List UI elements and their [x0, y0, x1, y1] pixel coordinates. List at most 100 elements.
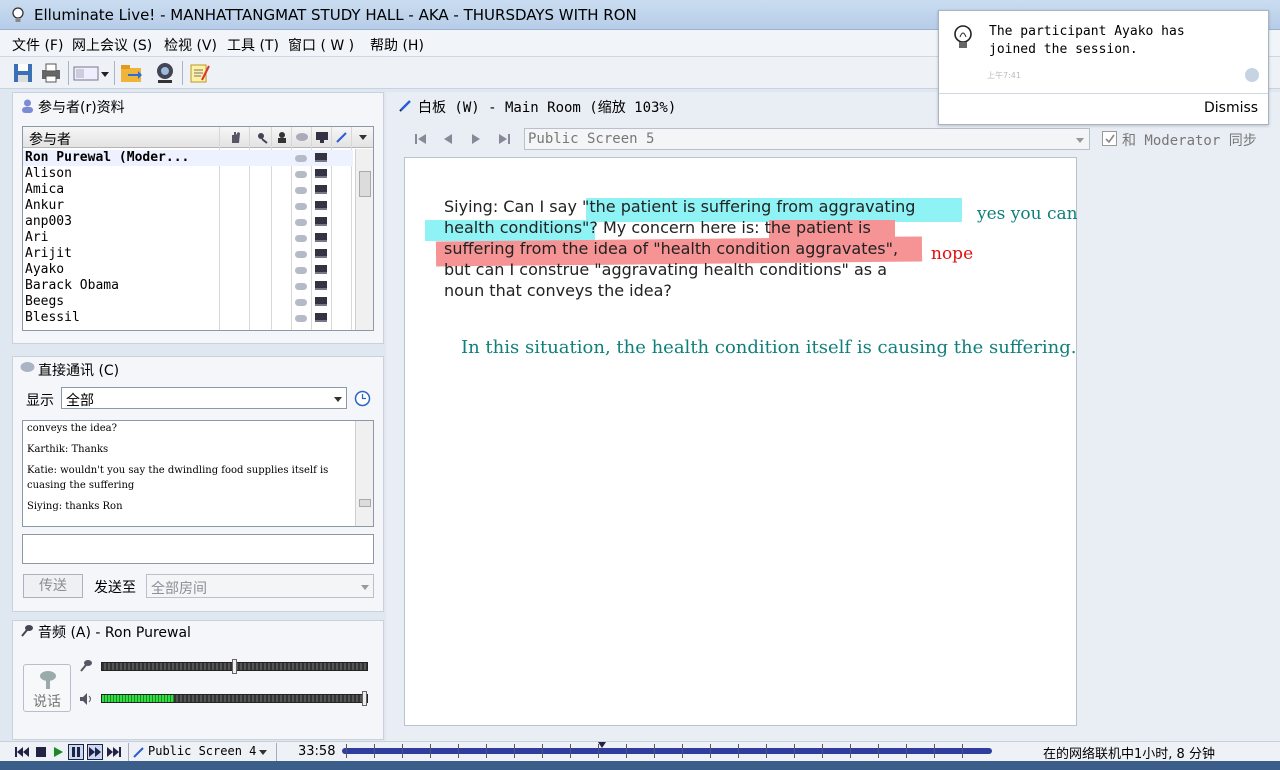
- fast-forward-icon[interactable]: [87, 744, 103, 760]
- menu-help[interactable]: 帮助 (H): [370, 35, 424, 55]
- presenter-icon[interactable]: [275, 130, 289, 144]
- moderator-icon[interactable]: [255, 130, 269, 144]
- slider-thumb[interactable]: [232, 659, 237, 674]
- participant-column-header[interactable]: 参与者: [29, 129, 71, 149]
- chat-message: Katie: wouldn't you say the dwindling fo…: [27, 465, 329, 491]
- menu-file[interactable]: 文件 (F): [12, 35, 63, 55]
- timeline-track[interactable]: [342, 748, 992, 754]
- whiteboard-canvas[interactable]: Siying: Can I say "the patient is suffer…: [404, 157, 1077, 726]
- app-bulb-icon: [12, 7, 24, 22]
- timeline-tick: [682, 744, 683, 758]
- screen-permission-icon[interactable]: [315, 130, 329, 144]
- annotation-nope: nope: [931, 244, 974, 264]
- toolbar-divider: [128, 743, 129, 761]
- print-icon[interactable]: [38, 60, 64, 86]
- folder-share-icon[interactable]: [118, 60, 144, 86]
- whiteboard-text-line: noun that conveys the idea?: [444, 281, 672, 300]
- pause-icon[interactable]: [68, 744, 84, 760]
- show-label: 显示: [26, 393, 54, 409]
- play-icon[interactable]: [52, 746, 64, 758]
- annotation-explanation: In this situation, the health condition …: [461, 337, 1077, 358]
- chat-input[interactable]: [22, 534, 374, 564]
- notification-message: The participant Ayako has joined the ses…: [989, 24, 1185, 57]
- next-screen-icon[interactable]: [470, 133, 482, 145]
- scroll-thumb[interactable]: [359, 171, 371, 197]
- participants-icon: [22, 99, 33, 113]
- chat-message: Karthik: Thanks: [27, 444, 109, 455]
- speaker-level-slider[interactable]: [101, 691, 368, 706]
- send-button[interactable]: 传送: [23, 574, 83, 598]
- timeline-tick: [794, 744, 795, 758]
- send-to-select[interactable]: 全部房间: [146, 574, 374, 598]
- chat-message: conveys the idea?: [27, 423, 117, 434]
- mic-level-slider[interactable]: [101, 659, 368, 674]
- mic-level-icon: [80, 660, 92, 672]
- chat-status-icon: [295, 203, 307, 210]
- first-screen-icon[interactable]: [414, 133, 428, 145]
- chat-scrollbar[interactable]: [355, 421, 373, 526]
- whiteboard-permission-icon[interactable]: [335, 130, 349, 144]
- chat-status-icon: [295, 155, 307, 162]
- notification-indicator: [1245, 68, 1259, 82]
- webcam-icon[interactable]: [152, 60, 178, 86]
- current-screen-label[interactable]: Public Screen 4: [148, 744, 256, 758]
- speaker-level-fill: [102, 695, 174, 702]
- timeline-tick: [934, 744, 935, 758]
- chat-status-icon: [295, 171, 307, 178]
- screen-select[interactable]: Public Screen 5: [524, 128, 1090, 150]
- timeline-tick: [654, 744, 655, 758]
- menu-window[interactable]: 窗口 ( W ): [288, 35, 354, 55]
- notification-time: 上午7:41: [987, 71, 1021, 80]
- pencil-icon: [399, 100, 411, 112]
- timeline-marker-icon[interactable]: [598, 742, 606, 750]
- chat-status-icon: [295, 251, 307, 258]
- chevron-down-icon[interactable]: [259, 750, 267, 755]
- talk-mic-icon: [40, 671, 56, 689]
- whiteboard-text-line: Siying: Can I say "the patient is suffer…: [444, 197, 916, 216]
- layout-icon[interactable]: [72, 60, 112, 86]
- raise-hand-icon[interactable]: [229, 130, 243, 144]
- chevron-down-icon: [361, 585, 369, 590]
- toolbar-divider: [276, 743, 277, 761]
- talk-button[interactable]: 说话: [23, 664, 71, 712]
- toolbar-divider: [114, 61, 115, 85]
- playback-time: 33:58: [298, 744, 336, 759]
- screen-status-icon: [315, 281, 327, 290]
- send-to-label: 发送至: [94, 580, 136, 596]
- sync-checkbox[interactable]: [1102, 131, 1117, 146]
- chat-title: 直接通讯 (C): [38, 363, 120, 379]
- notification-divider: [939, 93, 1268, 94]
- chat-status-icon: [295, 315, 307, 322]
- menu-view[interactable]: 检视 (V): [164, 35, 217, 55]
- menu-tools[interactable]: 工具 (T): [227, 35, 279, 55]
- chat-status-icon: [295, 267, 307, 274]
- skip-end-icon[interactable]: [106, 746, 122, 758]
- columns-dropdown-icon[interactable]: [359, 135, 367, 140]
- menu-session[interactable]: 网上会议 (S): [72, 35, 152, 55]
- scroll-thumb[interactable]: [359, 499, 371, 507]
- notification-bulb-icon: [954, 25, 972, 48]
- chat-status-icon: [295, 187, 307, 194]
- previous-screen-icon[interactable]: [442, 133, 454, 145]
- participants-scrollbar[interactable]: [355, 149, 373, 330]
- last-screen-icon[interactable]: [497, 133, 511, 145]
- chat-log[interactable]: conveys the idea? Karthik: Thanks Katie:…: [22, 420, 374, 527]
- playback-bar: Public Screen 4 33:58 在的网络联机中1小时, 8 分钟: [0, 741, 1280, 762]
- timeline-tick: [850, 744, 851, 758]
- show-filter-select[interactable]: 全部: [61, 387, 347, 409]
- participants-table[interactable]: 参与者 Ron Purewal (Moder... Alison Amica A…: [22, 126, 374, 331]
- clock-icon[interactable]: [354, 390, 371, 407]
- screen-status-icon: [315, 249, 327, 258]
- join-notification: The participant Ayako has joined the ses…: [938, 10, 1269, 125]
- slider-thumb[interactable]: [362, 691, 367, 706]
- save-icon[interactable]: [10, 60, 36, 86]
- stop-icon[interactable]: [35, 746, 47, 758]
- dismiss-button[interactable]: Dismiss: [1204, 100, 1258, 116]
- rewind-start-icon[interactable]: [14, 746, 30, 758]
- screen-pencil-icon: [133, 747, 144, 758]
- toolbar-divider: [68, 61, 69, 85]
- timeline-tick: [878, 744, 879, 758]
- sync-label: 和 Moderator 同步: [1122, 133, 1257, 149]
- notes-icon[interactable]: [186, 60, 212, 86]
- chat-permission-icon[interactable]: [295, 130, 309, 144]
